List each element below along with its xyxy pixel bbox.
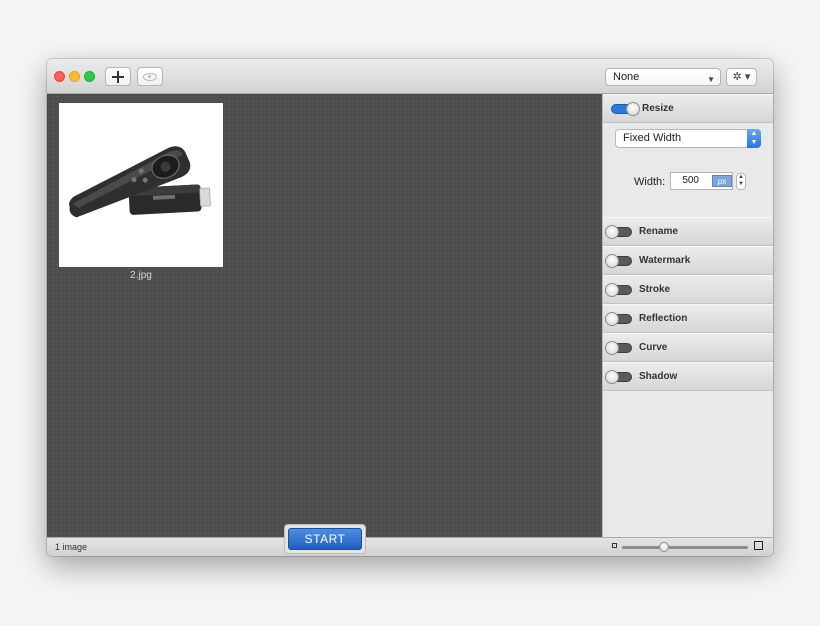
watermark-toggle[interactable] [605,254,632,268]
curve-toggle[interactable] [605,341,632,355]
resize-options: Fixed Width ▲ ▼ Width: 500 px ▲ ▼ [603,123,773,217]
section-rename[interactable]: Rename [603,217,773,246]
zoom-window-button[interactable] [84,71,95,82]
section-stroke[interactable]: Stroke [603,275,773,304]
select-arrows-icon: ▲ ▼ [747,129,761,148]
shadow-toggle[interactable] [605,370,632,384]
app-window: None ▼ ✲ ▾ 2.jpg Resize Fixed Width ▲ ▼ … [47,59,773,556]
toggle-knob [605,225,619,239]
zoom-in-icon[interactable] [754,541,763,550]
image-count: 1 image [55,542,88,552]
resize-toggle[interactable] [611,102,640,116]
section-shadow[interactable]: Shadow [603,362,773,391]
rename-toggle[interactable] [605,225,632,239]
zoom-out-icon[interactable] [612,543,617,548]
toolbar: None ▼ ✲ ▾ [47,59,773,94]
section-label: Stroke [639,284,671,295]
section-reflection[interactable]: Reflection [603,304,773,333]
plus-icon [112,70,124,83]
stroke-toggle[interactable] [605,283,632,297]
resize-mode-value: Fixed Width [623,132,682,144]
section-label: Resize [642,103,674,114]
section-watermark[interactable]: Watermark [603,246,773,275]
start-button[interactable]: START [288,528,362,550]
actions-sidebar: Resize Fixed Width ▲ ▼ Width: 500 px ▲ ▼ R… [602,94,773,537]
minimize-window-button[interactable] [69,71,80,82]
zoom-slider-knob[interactable] [658,542,669,552]
unit-badge[interactable]: px [712,175,732,187]
status-bar: 1 image [47,537,773,556]
eye-icon [143,72,157,81]
section-curve[interactable]: Curve [603,333,773,362]
resize-mode-select[interactable]: Fixed Width ▲ ▼ [615,129,761,148]
toggle-knob [605,283,619,297]
toggle-knob [626,102,640,116]
thumbnail-filename: 2.jpg [130,270,152,281]
image-thumbnail[interactable] [59,103,223,267]
start-button-frame: START [284,524,366,554]
toggle-knob [605,254,619,268]
streaming-stick-image [69,146,211,218]
close-window-button[interactable] [54,71,65,82]
settings-menu-button[interactable]: ✲ ▾ [726,68,757,86]
width-label: Width: [634,176,666,188]
preview-button[interactable] [137,67,163,86]
section-label: Shadow [639,371,678,382]
section-label: Watermark [639,255,691,266]
section-label: Curve [639,342,668,353]
toggle-knob [605,370,619,384]
section-label: Rename [639,226,678,237]
reflection-toggle[interactable] [605,312,632,326]
width-stepper[interactable]: ▲ ▼ [736,173,746,190]
toggle-knob [605,341,619,355]
chevron-down-icon: ▼ [707,75,715,84]
image-canvas[interactable]: 2.jpg [47,94,602,537]
section-label: Reflection [639,313,688,324]
gear-icon: ✲ ▾ [732,71,751,83]
preset-select[interactable]: None ▼ [605,68,721,86]
zoom-slider[interactable] [622,546,748,549]
add-images-button[interactable] [105,67,131,86]
toggle-knob [605,312,619,326]
section-resize[interactable]: Resize [603,94,773,123]
preset-value: None [613,71,640,83]
